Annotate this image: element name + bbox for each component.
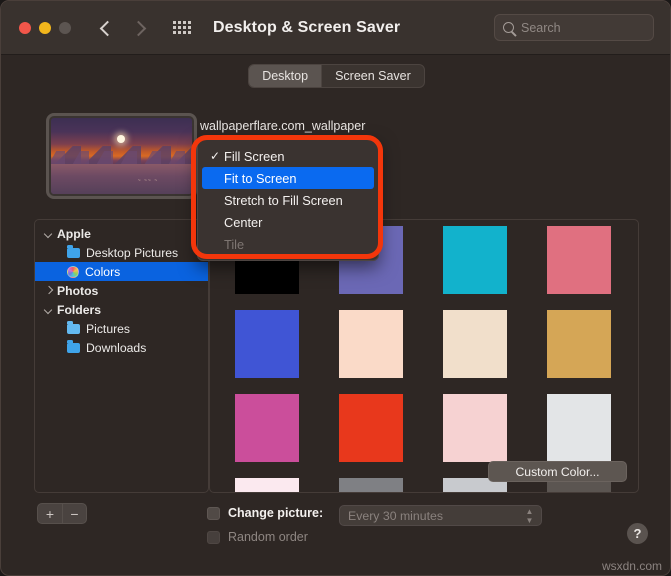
color-swatch[interactable] [235, 478, 299, 492]
minimize-window-button[interactable] [39, 21, 51, 34]
sun-icon [117, 135, 126, 144]
menu-item-fit-to-screen[interactable]: Fit to Screen [202, 167, 374, 189]
tab-desktop[interactable]: Desktop [249, 65, 322, 87]
sidebar-item-label: Downloads [86, 340, 147, 355]
preview-frame: ~ ~~ ~ [46, 113, 197, 199]
sidebar-item-downloads[interactable]: Downloads [35, 338, 208, 357]
navigation-buttons [99, 21, 147, 35]
color-swatch[interactable] [339, 478, 403, 492]
menu-item-label: Stretch to Fill Screen [224, 192, 343, 208]
help-button[interactable]: ? [627, 523, 648, 544]
source-sidebar[interactable]: Apple Desktop Pictures Colors Photos Fol… [34, 219, 209, 493]
watermark: wsxdn.com [601, 559, 662, 573]
close-window-button[interactable] [19, 21, 31, 34]
search-icon [503, 22, 514, 33]
sidebar-item-pictures[interactable]: Pictures [35, 319, 208, 338]
color-swatch-grid [235, 226, 611, 492]
color-swatch[interactable] [443, 226, 507, 294]
display-mode-dropdown-menu[interactable]: ✓ Fill Screen Fit to Screen Stretch to Fill… [197, 139, 379, 261]
change-picture-label: Change picture: [228, 506, 324, 520]
preview-image: ~ ~~ ~ [51, 118, 192, 194]
lake-reflection [51, 163, 192, 194]
change-picture-interval-select[interactable]: Every 30 minutes ▲ ▼ [339, 505, 542, 526]
color-swatch[interactable] [235, 310, 299, 378]
forward-icon[interactable] [133, 21, 147, 35]
sidebar-item-photos[interactable]: Photos [35, 281, 208, 300]
folder-icon [67, 321, 80, 334]
random-order-row: Random order [207, 530, 308, 544]
tab-bar: Desktop Screen Saver [1, 55, 670, 97]
tab-group: Desktop Screen Saver [248, 64, 425, 88]
color-swatch[interactable] [547, 226, 611, 294]
random-order-checkbox[interactable] [207, 530, 220, 544]
stepper-icon[interactable]: ▲ ▼ [525, 508, 534, 525]
menu-item-label: Fit to Screen [224, 170, 297, 186]
menu-item-stretch-to-fill-screen[interactable]: Stretch to Fill Screen [202, 189, 374, 211]
sidebar-item-label: Colors [85, 264, 121, 279]
sidebar-item-label: Folders [57, 302, 102, 317]
back-icon[interactable] [99, 21, 113, 35]
change-picture-row: Change picture: [207, 506, 323, 520]
system-preferences-window: Desktop & Screen Saver Search Desktop Sc… [0, 0, 671, 576]
title-bar: Desktop & Screen Saver Search [1, 1, 670, 55]
interval-value: Every 30 minutes [348, 508, 444, 523]
wallpaper-name-label: wallpaperflare.com_wallpaper [200, 119, 366, 133]
change-picture-checkbox[interactable] [207, 506, 220, 520]
search-field[interactable]: Search [494, 14, 654, 41]
sidebar-item-folders[interactable]: Folders [35, 300, 208, 319]
menu-item-tile: Tile [202, 233, 374, 255]
disclosure-open-icon[interactable] [43, 304, 55, 316]
birds-decoration: ~ ~~ ~ [137, 178, 159, 185]
sidebar-item-label: Apple [57, 226, 91, 241]
window-controls [19, 21, 71, 34]
tab-screen-saver[interactable]: Screen Saver [321, 65, 424, 87]
folder-icon [67, 340, 80, 353]
add-folder-button[interactable]: + [38, 504, 62, 523]
zoom-window-button[interactable] [59, 21, 71, 34]
disclosure-closed-icon[interactable] [43, 285, 55, 297]
sidebar-item-label: Desktop Pictures [86, 245, 179, 260]
color-swatch[interactable] [339, 310, 403, 378]
menu-item-center[interactable]: Center [202, 211, 374, 233]
page-title: Desktop & Screen Saver [213, 18, 401, 36]
sidebar-item-label: Pictures [86, 321, 131, 336]
color-swatch[interactable] [443, 394, 507, 462]
menu-item-label: Center [224, 214, 263, 230]
sidebar-item-apple[interactable]: Apple [35, 224, 208, 243]
random-order-label: Random order [228, 530, 308, 544]
sidebar-item-label: Photos [57, 283, 99, 298]
color-swatch[interactable] [547, 394, 611, 462]
search-placeholder: Search [521, 20, 561, 35]
color-swatch[interactable] [443, 310, 507, 378]
color-wheel-icon [67, 265, 79, 278]
color-swatch[interactable] [339, 394, 403, 462]
menu-item-label: Tile [224, 236, 245, 252]
wallpaper-preview[interactable]: ~ ~~ ~ [46, 113, 197, 199]
menu-item-label: Fill Screen [224, 148, 285, 164]
sidebar-item-colors[interactable]: Colors [35, 262, 208, 281]
color-swatch[interactable] [235, 394, 299, 462]
checkmark-icon: ✓ [210, 149, 221, 163]
mountain-range-near [51, 150, 192, 164]
app-grid-icon[interactable] [173, 21, 191, 34]
remove-folder-button[interactable]: − [62, 504, 86, 523]
sidebar-item-desktop-pictures[interactable]: Desktop Pictures [35, 243, 208, 262]
menu-item-fill-screen[interactable]: ✓ Fill Screen [202, 145, 374, 167]
custom-color-button[interactable]: Custom Color... [488, 461, 627, 482]
add-remove-folder-group: + − [37, 503, 87, 524]
folder-icon [67, 245, 80, 258]
disclosure-open-icon[interactable] [43, 228, 55, 240]
color-swatch[interactable] [547, 310, 611, 378]
